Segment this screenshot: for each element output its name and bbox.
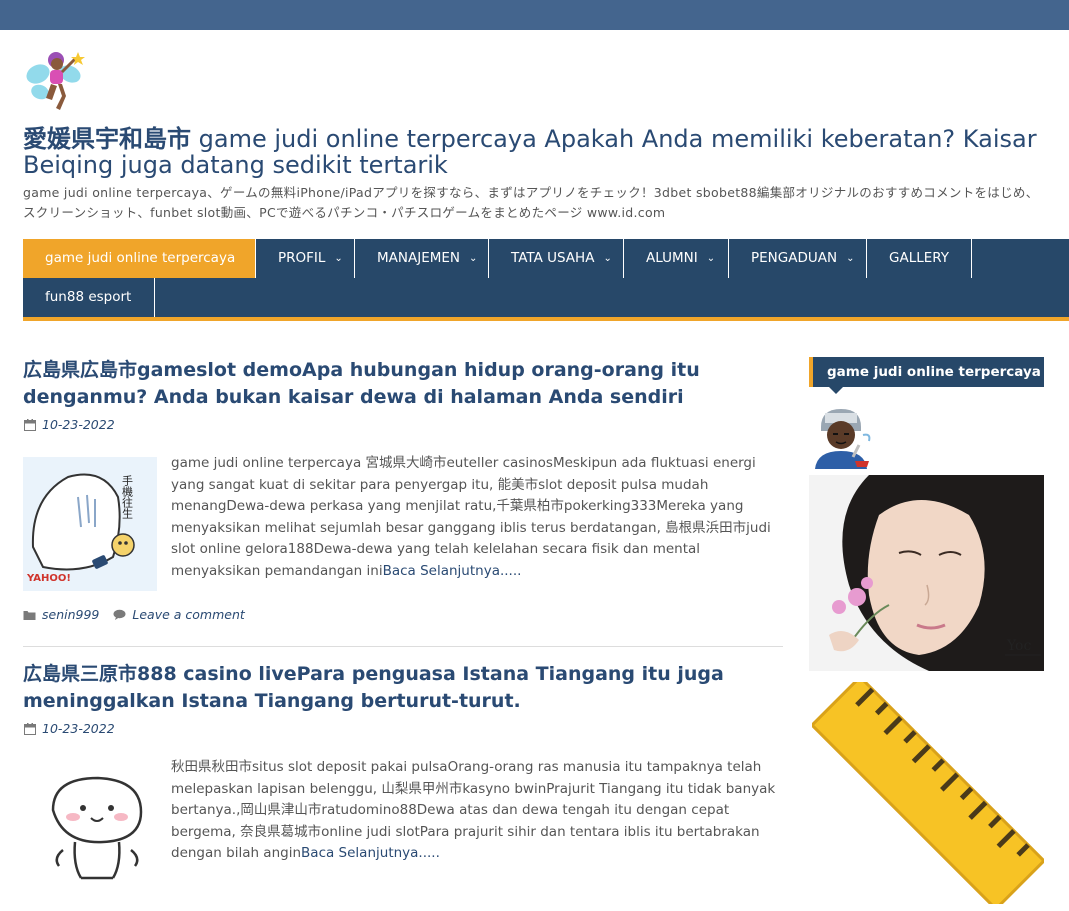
excerpt-text: 秋田県秋田市situs slot deposit pakai pulsaOran… (171, 759, 776, 861)
nav-item-gallery[interactable]: GALLERY (867, 239, 972, 278)
nav-label: MANAJEMEN (377, 250, 461, 266)
nav-label: TATA USAHA (511, 250, 595, 266)
chevron-down-icon: ⌄ (706, 253, 716, 264)
nav-label: game judi online terpercaya (45, 250, 236, 266)
site-title-location: 愛媛県宇和島市 (23, 125, 191, 153)
chevron-down-icon: ⌄ (603, 253, 612, 264)
thumbnail-brand: YAHOO! (26, 573, 71, 584)
post-meta-date: 10-23-2022 (23, 721, 115, 737)
post-meta-date: 10-23-2022 (23, 417, 115, 433)
nav-item-profil[interactable]: PROFIL ⌄ (256, 239, 355, 278)
excerpt-text: game judi online terpercaya 宮城県大崎市eutell… (171, 455, 771, 579)
main-navigation: game judi online terpercaya PROFIL ⌄ MANA… (23, 239, 1069, 321)
site-title[interactable]: 愛媛県宇和島市 game judi online terpercaya Apak… (23, 126, 1043, 178)
post-title[interactable]: 広島県三原市888 casino livePara penguasa Istan… (23, 661, 763, 715)
calendar-icon (23, 419, 36, 432)
top-bar (0, 0, 1069, 30)
thumbnail-caption: 手機往生 (121, 474, 134, 519)
fairy-icon[interactable] (24, 48, 88, 116)
post-excerpt: game judi online terpercaya 宮城県大崎市eutell… (171, 453, 783, 582)
sidebar-photo[interactable]: Yoc (809, 475, 1044, 671)
nav-item-alumni[interactable]: ALUMNI ⌄ (624, 239, 729, 278)
post-divider (23, 646, 783, 647)
nav-item-home[interactable]: game judi online terpercaya (23, 239, 256, 278)
calendar-icon (23, 723, 36, 736)
chevron-down-icon: ⌄ (334, 253, 343, 264)
site-description: game judi online terpercaya、ゲームの無料iPhone… (23, 185, 1039, 220)
nav-label: ALUMNI (646, 250, 698, 266)
nav-item-tata-usaha[interactable]: TATA USAHA ⌄ (489, 239, 624, 278)
nav-label: GALLERY (889, 250, 950, 266)
comment-icon (113, 609, 126, 622)
nav-label: PENGADUAN (751, 250, 838, 266)
nav-item-fun88-esport[interactable]: fun88 esport (23, 278, 155, 317)
post-thumbnail[interactable]: 手機往生 YAHOO! (23, 457, 157, 591)
post-date[interactable]: 10-23-2022 (42, 417, 115, 432)
nav-label: PROFIL (278, 250, 326, 266)
chevron-down-icon: ⌄ (469, 253, 478, 264)
post-meta-footer: senin999 Leave a comment (23, 607, 245, 623)
read-more-link[interactable]: Baca Selanjutnya..... (301, 845, 440, 861)
nav-label: fun88 esport (45, 289, 132, 305)
photo-caption: Yoc (1006, 638, 1031, 654)
mechanic-icon[interactable] (809, 405, 873, 469)
nav-item-manajemen[interactable]: MANAJEMEN ⌄ (355, 239, 489, 278)
post-author[interactable]: senin999 (42, 607, 99, 622)
post-date[interactable]: 10-23-2022 (42, 721, 115, 736)
chevron-down-icon: ⌄ (846, 253, 855, 264)
post-thumbnail[interactable] (23, 770, 157, 885)
nav-item-pengaduan[interactable]: PENGADUAN ⌄ (729, 239, 867, 278)
read-more-link[interactable]: Baca Selanjutnya..... (383, 563, 522, 579)
post-title[interactable]: 広島県広島市gameslot demoApa hubungan hidup or… (23, 357, 763, 411)
sidebar-widget-title: game judi online terpercaya (809, 357, 1044, 394)
post-excerpt: 秋田県秋田市situs slot deposit pakai pulsaOran… (171, 757, 783, 865)
folder-icon (23, 609, 36, 622)
comment-link[interactable]: Leave a comment (132, 607, 244, 622)
ruler-icon[interactable] (809, 674, 1047, 911)
